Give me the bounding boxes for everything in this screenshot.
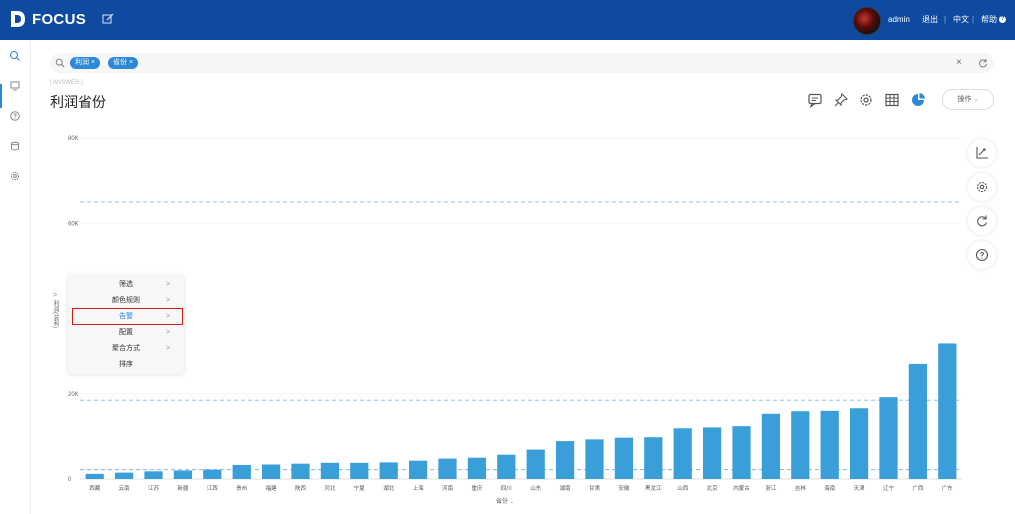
menu-item-sort[interactable]: 排序 [68,357,184,373]
bar[interactable] [232,464,251,479]
bar[interactable] [820,410,839,479]
bar[interactable] [732,426,751,479]
menu-item-label: 聚合方式 [112,345,140,352]
x-tick-label: 海南 [824,484,836,492]
reset-button[interactable] [968,207,996,235]
menu-item-filter[interactable]: 筛选 > [68,277,184,293]
x-tick-label: 河南 [442,484,454,492]
chevron-right-icon: > [165,329,170,336]
bar[interactable] [849,408,869,479]
rotate-icon [977,215,988,227]
y-tick-label: 80K [68,136,79,142]
x-tick-label: 贵州 [236,484,247,492]
bar[interactable] [144,471,163,479]
menu-item-config[interactable]: 配置 > [68,325,184,341]
x-tick-label: 辽宁 [883,484,895,492]
bar[interactable] [791,411,810,479]
x-tick-label: 新疆 [177,484,189,492]
bar[interactable] [644,437,663,479]
chevron-right-icon: > [165,345,170,352]
bar[interactable] [702,427,722,479]
bar[interactable] [938,343,957,479]
question-icon [975,248,989,262]
chart-bars [85,343,957,479]
x-tick-label: 广西 [912,484,924,492]
x-tick-label: 重庆 [471,484,483,492]
chevron-right-icon: > [165,297,170,304]
menu-item-label: 配置 [119,329,133,336]
y-tick-label: 20K [68,392,79,398]
x-tick-label: 四川 [501,485,512,492]
x-tick-label: 江西 [207,485,219,492]
bar[interactable] [438,458,457,479]
bar[interactable] [467,457,487,479]
bar[interactable] [908,363,928,479]
x-tick-label: 上海 [413,484,425,492]
menu-item-label: 颜色规则 [112,297,140,304]
x-tick-label: 甘肃 [589,484,601,492]
x-tick-label: 安徽 [618,484,630,492]
bar[interactable] [879,397,898,479]
menu-item-label: 筛选 [119,281,133,288]
chart-settings-button[interactable] [968,173,996,201]
help-button[interactable] [968,241,996,269]
y-tick-label: 60K [68,221,79,227]
bar[interactable] [497,454,516,479]
bar[interactable] [585,439,604,479]
bar-chart: 0 20K 60K 80K 西藏 云南 江苏 新疆 江西 贵州 福建 陕西 河北 宁夏 湖北 上海 河南 重庆 四… [68,136,962,492]
x-axis-title-text: 省份 [496,499,509,505]
bar[interactable] [320,462,340,479]
y-axis-title[interactable]: 利润(总和) [50,300,60,328]
x-tick-label: 宁夏 [354,484,366,492]
bar[interactable] [85,473,104,479]
x-axis-title[interactable]: 省份 ⌄ [496,496,514,505]
bar[interactable] [761,413,781,479]
bar[interactable] [614,437,634,479]
x-tick-label: 河北 [324,484,336,492]
x-tick-label: 浙江 [765,484,777,492]
bar[interactable] [261,464,281,479]
x-tick-label: 山东 [530,484,542,492]
menu-item-aggregation[interactable]: 聚合方式 > [68,341,184,357]
menu-item-label: 排序 [119,361,133,368]
x-tick-label: 内蒙古 [733,484,750,492]
x-tick-label: 黑龙江 [645,484,662,492]
bar[interactable] [673,428,692,479]
bar[interactable] [291,463,310,479]
x-tick-label: 吉林 [795,484,807,492]
menu-item-color-rules[interactable]: 颜色规则 > [68,293,184,309]
bar[interactable] [114,472,134,479]
x-tick-label: 湖北 [383,484,395,492]
x-tick-label: 天津 [854,485,866,492]
x-tick-label: 山西 [677,484,689,492]
bar[interactable] [408,460,428,479]
x-axis-ticks: 西藏 云南 江苏 新疆 江西 贵州 福建 陕西 河北 宁夏 湖北 上海 河南 重庆 四川 山东 湖南 甘肃 安徽 黑龙… [89,484,953,492]
y-axis-expand-arrow[interactable]: > [53,292,57,299]
x-tick-label: 福建 [266,484,278,492]
axis-icon [976,147,988,159]
bar[interactable] [203,469,222,479]
bar[interactable] [350,462,369,479]
bar[interactable] [555,441,575,479]
x-tick-label: 湖南 [560,484,572,492]
y-tick-label: 0 [68,477,72,483]
x-tick-label: 江苏 [148,484,160,492]
x-tick-label: 广东 [942,484,954,492]
x-tick-label: 云南 [119,484,131,492]
x-tick-label: 陕西 [295,484,307,492]
chevron-right-icon: > [165,281,170,288]
gear-icon [976,181,988,193]
bar[interactable] [379,462,398,479]
chevron-down-icon: ⌄ [509,499,514,505]
x-tick-label: 北京 [707,484,719,492]
x-tick-label: 西藏 [89,484,101,492]
menu-highlight-box [72,308,183,325]
bar[interactable] [173,470,193,479]
axis-tool-button[interactable] [968,139,996,167]
bar[interactable] [526,449,545,479]
